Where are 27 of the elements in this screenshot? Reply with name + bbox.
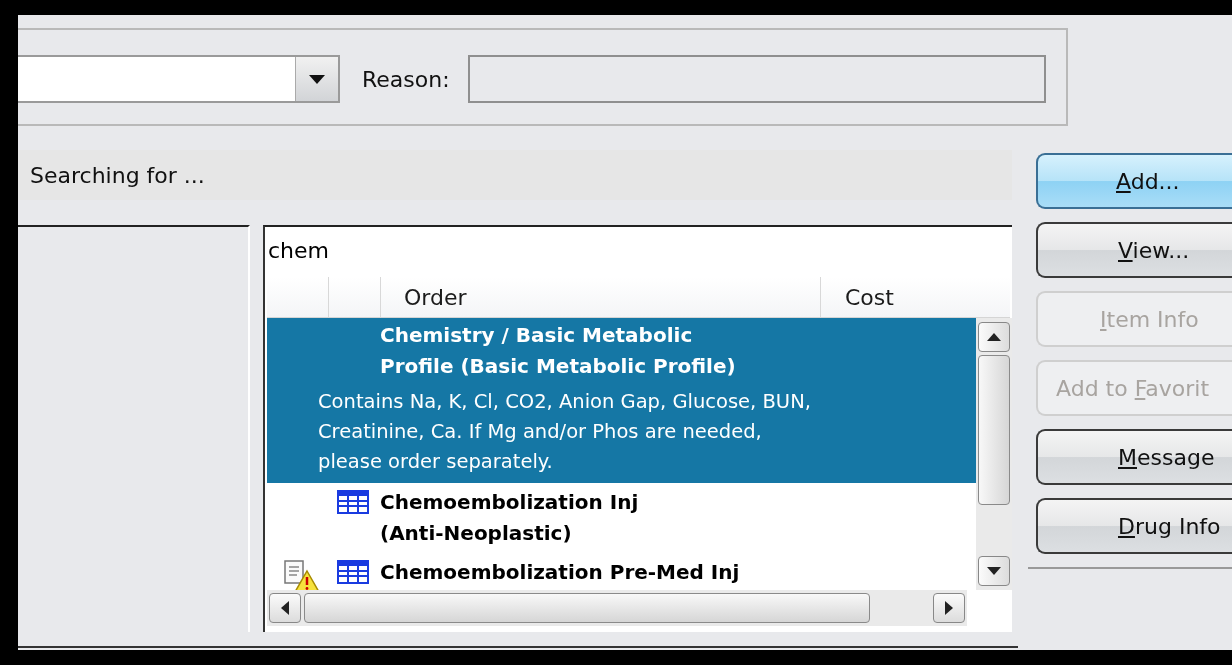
table-icon — [336, 560, 369, 584]
order-row[interactable]: Chemoembolization Inj (Anti-Neoplastic) — [267, 483, 976, 553]
scroll-up-icon[interactable] — [978, 322, 1010, 352]
scroll-right-icon[interactable] — [933, 593, 965, 623]
vertical-scrollbar[interactable] — [976, 318, 1012, 590]
reason-label: Reason: — [362, 66, 450, 92]
scroll-thumb[interactable] — [304, 593, 870, 623]
order-title: Chemistry / Basic Metabolic Profile (Basic Metabolic Profile) — [380, 322, 736, 380]
scroll-thumb[interactable] — [978, 355, 1010, 505]
column-header[interactable]: Order — [381, 277, 821, 317]
dropdown-field[interactable] — [18, 55, 340, 103]
reason-field[interactable] — [467, 55, 1046, 103]
action-button[interactable]: Add... — [1036, 153, 1232, 209]
order-description: Contains Na, K, Cl, CO2, Anion Gap, Glucose, BUN, Creatinine, Ca. If Mg and/or Phos are needed, please order separately. — [317, 389, 812, 475]
action-button[interactable]: Message — [1036, 429, 1232, 485]
order-row[interactable]: Chemistry / Basic Metabolic Profile (Basic Metabolic Profile) Contains Na, K, Cl, CO2, Anion Gap, Glucose, BUN, Creatinine, Ca. If Mg and/or Phos are needed, please order separately. — [267, 318, 976, 483]
table-icon — [336, 490, 369, 514]
order-title: Chemoembolization Inj (Anti-Neoplastic) — [380, 489, 639, 547]
order-title: Chemoembolization Pre-Med Inj — [380, 559, 740, 586]
status-text: Searching for ... — [30, 162, 205, 188]
horizontal-scrollbar[interactable] — [267, 590, 967, 626]
scroll-down-icon[interactable] — [978, 556, 1010, 586]
action-button[interactable]: View... — [1036, 222, 1232, 278]
scroll-left-icon[interactable] — [269, 593, 301, 623]
action-button[interactable]: Drug Info — [1036, 498, 1232, 554]
column-header[interactable]: Cost — [821, 277, 1010, 317]
dropdown-arrow-icon[interactable] — [309, 74, 325, 84]
